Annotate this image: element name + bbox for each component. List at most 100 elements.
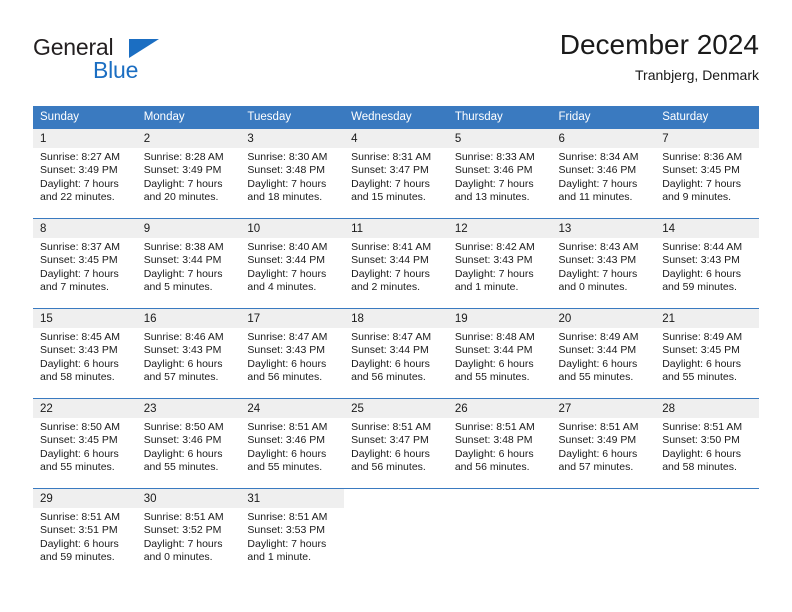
calendar-day-cell[interactable]: 11 Sunrise: 8:41 AM Sunset: 3:44 PM Dayligh… (344, 218, 448, 309)
calendar-day-cell[interactable]: 9 Sunrise: 8:38 AM Sunset: 3:44 PM Daylight… (136, 218, 241, 309)
daylight-duration-line1: Daylight: 6 hours (40, 537, 119, 550)
day-cell-inner: 4 Sunrise: 8:31 AM Sunset: 3:47 PM Daylight… (344, 129, 448, 218)
daylight-duration-line1: Daylight: 7 hours (351, 177, 430, 190)
daylight-duration-line1: Daylight: 6 hours (558, 447, 638, 460)
sunrise-time: Sunrise: 8:51 AM (40, 511, 120, 523)
sunset-time: Sunset: 3:49 PM (143, 164, 222, 177)
day-number: 26 (447, 399, 552, 418)
daylight-duration-line1: Daylight: 6 hours (143, 447, 223, 460)
calendar-day-cell[interactable]: 19 Sunrise: 8:48 AM Sunset: 3:44 PM Dayligh… (447, 308, 552, 399)
calendar-day-cell[interactable]: 26 Sunrise: 8:51 AM Sunset: 3:48 PM Dayligh… (447, 398, 552, 489)
day-number: 17 (240, 309, 345, 328)
day-cell-inner (655, 489, 759, 579)
day-number: 9 (136, 219, 241, 238)
daylight-duration-line2: and 1 minute. (454, 281, 519, 294)
calendar-day-cell[interactable]: 3 Sunrise: 8:30 AM Sunset: 3:48 PM Daylight… (240, 128, 345, 219)
day-details: Sunrise: 8:34 AM Sunset: 3:46 PM Daylight:… (552, 148, 656, 205)
daylight-duration-line2: and 56 minutes. (454, 461, 530, 474)
weekday-header-sunday: Sunday (33, 106, 137, 129)
sunset-time: Sunset: 3:44 PM (351, 254, 429, 267)
sunset-time: Sunset: 3:44 PM (247, 254, 326, 267)
calendar-day-cell[interactable]: 22 Sunrise: 8:50 AM Sunset: 3:45 PM Dayligh… (33, 398, 137, 489)
calendar-day-cell[interactable]: 23 Sunrise: 8:50 AM Sunset: 3:46 PM Dayligh… (136, 398, 241, 489)
daylight-duration-line2: and 55 minutes. (247, 461, 323, 474)
calendar-day-cell[interactable]: 29 Sunrise: 8:51 AM Sunset: 3:51 PM Dayligh… (33, 488, 137, 579)
sunrise-time: Sunrise: 8:43 AM (558, 241, 639, 253)
calendar-day-cell[interactable]: 21 Sunrise: 8:49 AM Sunset: 3:45 PM Dayligh… (655, 308, 759, 399)
daylight-duration-line2: and 15 minutes. (351, 191, 426, 204)
sunrise-time: Sunrise: 8:40 AM (247, 241, 328, 253)
sunrise-time: Sunrise: 8:31 AM (351, 151, 432, 163)
sunset-time: Sunset: 3:52 PM (143, 524, 222, 537)
day-cell-inner: 6 Sunrise: 8:34 AM Sunset: 3:46 PM Daylight… (551, 129, 656, 218)
sunrise-time: Sunrise: 8:47 AM (247, 331, 328, 343)
sunrise-time: Sunrise: 8:34 AM (558, 151, 639, 163)
day-cell-inner: 25 Sunrise: 8:51 AM Sunset: 3:47 PM Dayligh… (344, 399, 448, 488)
calendar-day-cell[interactable]: 5 Sunrise: 8:33 AM Sunset: 3:46 PM Daylight… (447, 128, 552, 219)
daylight-duration-line1: Daylight: 6 hours (662, 267, 742, 280)
daylight-duration-line2: and 55 minutes. (143, 461, 219, 474)
daylight-duration-line2: and 13 minutes. (454, 191, 530, 204)
sunrise-time: Sunrise: 8:49 AM (558, 331, 639, 343)
calendar-day-cell[interactable]: 30 Sunrise: 8:51 AM Sunset: 3:52 PM Dayligh… (136, 488, 241, 579)
sunrise-time: Sunrise: 8:51 AM (351, 421, 432, 433)
day-cell-inner: 2 Sunrise: 8:28 AM Sunset: 3:49 PM Daylight… (136, 129, 241, 218)
calendar-day-cell[interactable]: 4 Sunrise: 8:31 AM Sunset: 3:47 PM Daylight… (344, 128, 448, 219)
calendar-day-cell[interactable]: 24 Sunrise: 8:51 AM Sunset: 3:46 PM Dayligh… (240, 398, 345, 489)
daylight-duration-line2: and 0 minutes. (143, 551, 213, 564)
calendar-day-cell[interactable]: 18 Sunrise: 8:47 AM Sunset: 3:44 PM Dayligh… (344, 308, 448, 399)
day-number (448, 489, 552, 508)
calendar-day-cell[interactable]: 27 Sunrise: 8:51 AM Sunset: 3:49 PM Dayligh… (551, 398, 656, 489)
calendar-day-cell[interactable]: 25 Sunrise: 8:51 AM Sunset: 3:47 PM Dayligh… (344, 398, 448, 489)
calendar-week-row: 1 Sunrise: 8:27 AM Sunset: 3:49 PM Daylight… (33, 128, 759, 219)
calendar-day-cell[interactable]: 16 Sunrise: 8:46 AM Sunset: 3:43 PM Dayligh… (136, 308, 241, 399)
sunset-time: Sunset: 3:43 PM (40, 344, 118, 357)
day-cell-inner: 18 Sunrise: 8:47 AM Sunset: 3:44 PM Dayligh… (344, 309, 448, 398)
daylight-duration-line1: Daylight: 7 hours (351, 267, 430, 280)
day-number: 5 (447, 129, 552, 148)
day-number: 21 (655, 309, 759, 328)
daylight-duration-line2: and 57 minutes. (558, 461, 634, 474)
day-details: Sunrise: 8:48 AM Sunset: 3:44 PM Daylight:… (448, 328, 552, 385)
daylight-duration-line2: and 18 minutes. (247, 191, 323, 204)
day-cell-inner: 1 Sunrise: 8:27 AM Sunset: 3:49 PM Daylight… (33, 129, 137, 218)
daylight-duration-line2: and 5 minutes. (143, 281, 213, 294)
daylight-duration-line2: and 58 minutes. (662, 461, 737, 474)
calendar-day-cell[interactable]: 31 Sunrise: 8:51 AM Sunset: 3:53 PM Dayligh… (240, 488, 345, 579)
sunrise-time: Sunrise: 8:47 AM (351, 331, 432, 343)
daylight-duration-line2: and 22 minutes. (40, 191, 115, 204)
calendar-day-cell[interactable]: 15 Sunrise: 8:45 AM Sunset: 3:43 PM Dayligh… (33, 308, 137, 399)
calendar-day-cell[interactable]: 14 Sunrise: 8:44 AM Sunset: 3:43 PM Dayligh… (655, 218, 759, 309)
sunrise-time: Sunrise: 8:28 AM (143, 151, 224, 163)
calendar-day-cell[interactable]: 13 Sunrise: 8:43 AM Sunset: 3:43 PM Dayligh… (551, 218, 656, 309)
calendar-day-cell[interactable]: 7 Sunrise: 8:36 AM Sunset: 3:45 PM Daylight… (655, 128, 759, 219)
calendar-day-cell[interactable]: 1 Sunrise: 8:27 AM Sunset: 3:49 PM Daylight… (33, 128, 137, 219)
calendar-day-cell[interactable]: 20 Sunrise: 8:49 AM Sunset: 3:44 PM Dayligh… (551, 308, 656, 399)
day-cell-inner: 19 Sunrise: 8:48 AM Sunset: 3:44 PM Dayligh… (447, 309, 552, 398)
calendar-day-cell[interactable]: 10 Sunrise: 8:40 AM Sunset: 3:44 PM Dayligh… (240, 218, 345, 309)
daylight-duration-line1: Daylight: 7 hours (558, 267, 638, 280)
calendar-day-cell[interactable]: 2 Sunrise: 8:28 AM Sunset: 3:49 PM Daylight… (136, 128, 241, 219)
daylight-duration-line1: Daylight: 6 hours (351, 447, 430, 460)
calendar-day-cell[interactable]: 28 Sunrise: 8:51 AM Sunset: 3:50 PM Dayligh… (655, 398, 759, 489)
day-number: 15 (33, 309, 137, 328)
sunset-time: Sunset: 3:49 PM (40, 164, 118, 177)
sunrise-time: Sunrise: 8:36 AM (662, 151, 743, 163)
calendar-day-cell[interactable]: 12 Sunrise: 8:42 AM Sunset: 3:43 PM Dayligh… (447, 218, 552, 309)
day-cell-inner: 21 Sunrise: 8:49 AM Sunset: 3:45 PM Dayligh… (655, 309, 759, 398)
triangle-icon (129, 39, 159, 58)
sunset-time: Sunset: 3:43 PM (662, 254, 740, 267)
sunset-time: Sunset: 3:43 PM (454, 254, 533, 267)
sunrise-time: Sunrise: 8:51 AM (454, 421, 535, 433)
general-blue-logo[interactable]: General Blue (33, 34, 253, 90)
day-cell-inner: 28 Sunrise: 8:51 AM Sunset: 3:50 PM Dayligh… (655, 399, 759, 488)
sunset-time: Sunset: 3:44 PM (558, 344, 637, 357)
day-details: Sunrise: 8:51 AM Sunset: 3:51 PM Daylight:… (33, 508, 137, 565)
sunset-time: Sunset: 3:45 PM (40, 434, 118, 447)
calendar-day-cell[interactable]: 8 Sunrise: 8:37 AM Sunset: 3:45 PM Daylight… (33, 218, 137, 309)
calendar-day-cell[interactable]: 17 Sunrise: 8:47 AM Sunset: 3:43 PM Dayligh… (240, 308, 345, 399)
calendar-week-row: 15 Sunrise: 8:45 AM Sunset: 3:43 PM Dayligh… (33, 308, 759, 399)
day-cell-inner: 5 Sunrise: 8:33 AM Sunset: 3:46 PM Daylight… (447, 129, 552, 218)
daylight-duration-line2: and 20 minutes. (143, 191, 219, 204)
calendar-day-cell[interactable]: 6 Sunrise: 8:34 AM Sunset: 3:46 PM Daylight… (551, 128, 656, 219)
